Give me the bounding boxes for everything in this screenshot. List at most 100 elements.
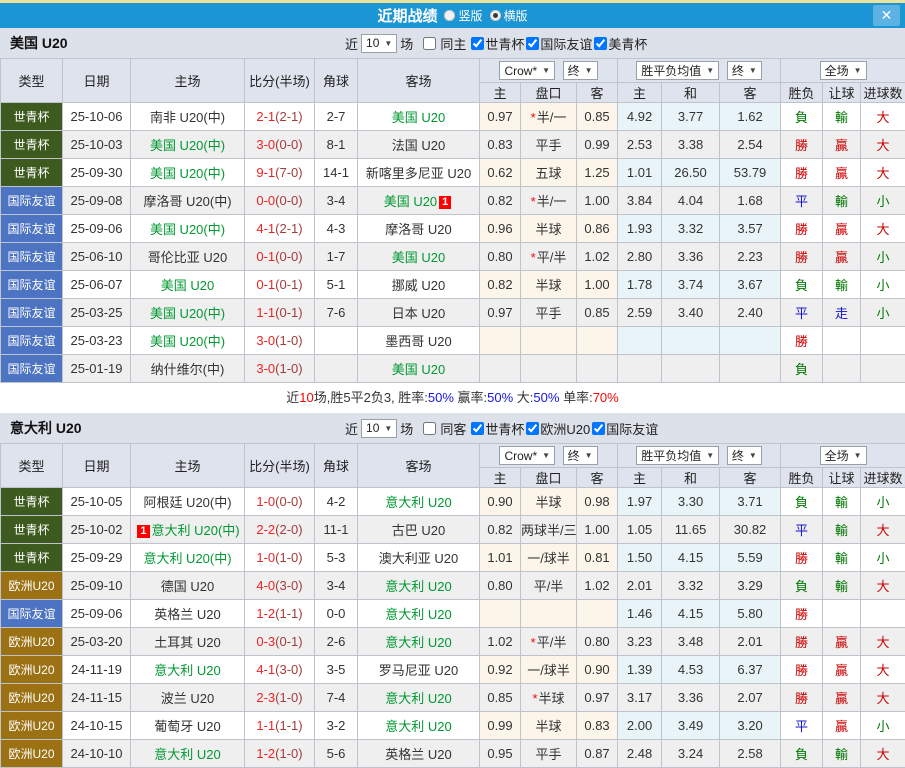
result-handicap: 輸 [823,740,861,768]
match-date: 25-09-10 [63,572,131,600]
match-date: 25-10-05 [63,488,131,516]
result-handicap: 贏 [823,243,861,271]
filter-checkbox[interactable] [526,37,539,50]
result-goals: 大 [861,215,905,243]
corners: 4-2 [315,488,358,516]
match-count-select[interactable]: 10 ▼ [361,419,397,438]
competition-filter[interactable]: 世青杯 [469,34,524,53]
handicap: 半球 [521,215,577,243]
team-name: 美国 U20 [384,194,437,209]
odds-away [577,327,618,355]
mean-away: 30.82 [720,516,781,544]
filter-checkbox[interactable] [526,422,539,435]
match-type: 国际友谊 [1,299,63,327]
filter-checkbox[interactable] [594,37,607,50]
mean-draw: 4.15 [662,600,720,628]
radio-icon[interactable] [444,10,455,21]
radio-vertical-layout[interactable]: 竖版 [444,7,482,24]
mean-draw: 3.36 [662,243,720,271]
mean-type-select[interactable]: 胜平负均值▼ [636,61,719,80]
col-away: 客场 [358,59,480,103]
match-date: 25-09-30 [63,159,131,187]
team-name: 纳什维尔(中) [151,362,225,377]
mean-group-header: 胜平负均值▼ 终▼ [618,444,781,468]
home-team: 哥伦比亚 U20 [131,243,245,271]
result-wdl: 平 [781,712,823,740]
team-name-usa: 美国 U20 [0,33,345,53]
close-button[interactable]: ✕ [873,5,900,26]
competition-filter[interactable]: 世青杯 [469,419,524,438]
chevron-down-icon: ▼ [854,451,862,460]
fulltime-select[interactable]: 全场▼ [820,61,867,80]
odds-away: 1.00 [577,187,618,215]
home-team: 摩洛哥 U20(中) [131,187,245,215]
mean-away: 3.29 [720,572,781,600]
match-type: 欧洲U20 [1,572,63,600]
home-team: 英格兰 U20 [131,600,245,628]
full-score: 0-0 [256,193,275,208]
filter-checkbox[interactable] [471,37,484,50]
away-team: 意大利 U20 [358,712,480,740]
filter-checkbox[interactable] [471,422,484,435]
mean-draw: 3.74 [662,271,720,299]
half-score: (0-1) [275,305,302,320]
match-count-select[interactable]: 10 ▼ [361,34,397,53]
team-name: 意大利 U20 [154,747,220,762]
mean-home: 2.00 [618,712,662,740]
corners: 3-5 [315,656,358,684]
col-home: 主场 [131,444,245,488]
result-handicap: 輸 [823,516,861,544]
odds-time-select[interactable]: 终▼ [563,61,598,80]
team-name: 澳大利亚 U20 [379,551,458,566]
odds-home: 0.90 [480,488,521,516]
home-team: 美国 U20 [131,271,245,299]
radio-horizontal-layout[interactable]: 横版 [490,7,528,24]
mean-away: 3.67 [720,271,781,299]
handicap: 平手 [521,299,577,327]
sub-mean-draw: 和 [662,83,720,103]
full-score: 0-1 [256,277,275,292]
mean-time-select[interactable]: 终▼ [727,446,762,465]
radio-selected-icon[interactable] [490,10,501,21]
same-venue-checkbox[interactable] [423,422,436,435]
result-handicap: 贏 [823,684,861,712]
corners: 8-1 [315,131,358,159]
handicap: 平手 [521,131,577,159]
filter-checkbox[interactable] [592,422,605,435]
home-team: 美国 U20(中) [131,299,245,327]
match-row: 国际友谊25-01-19纳什维尔(中)3-0(1-0)美国 U20負 [1,355,905,383]
match-row: 国际友谊25-09-06英格兰 U201-2(1-1)0-0意大利 U201.4… [1,600,905,628]
team-name: 意大利 U20 [385,607,451,622]
competition-filter[interactable]: 国际友谊 [590,419,658,438]
odds-source-select[interactable]: Crow*▼ [499,61,555,80]
competition-filter[interactable]: 欧洲U20 [524,419,590,438]
away-team: 意大利 U20 [358,572,480,600]
same-venue-checkbox[interactable] [423,37,436,50]
competition-filter[interactable]: 美青杯 [592,34,647,53]
team-name: 摩洛哥 U20(中) [143,194,231,209]
corners: 3-4 [315,187,358,215]
home-team: 葡萄牙 U20 [131,712,245,740]
mean-draw: 3.49 [662,712,720,740]
live-badge: 1 [439,196,451,209]
result-wdl: 平 [781,187,823,215]
panel-title: 近期战绩 [377,5,437,26]
fulltime-select[interactable]: 全场▼ [820,446,867,465]
mean-type-select[interactable]: 胜平负均值▼ [636,446,719,465]
odds-home: 0.85 [480,684,521,712]
mean-time-select[interactable]: 终▼ [727,61,762,80]
result-handicap [823,355,861,383]
corners: 7-6 [315,299,358,327]
filter-label: 国际友谊 [606,419,658,438]
odds-source-value: Crow* [504,64,537,78]
team-name: 意大利 U20(中) [143,551,231,566]
sub-result-goals: 进球数 [861,468,905,488]
odds-time-select[interactable]: 终▼ [563,446,598,465]
match-type: 世青杯 [1,544,63,572]
competition-filter[interactable]: 国际友谊 [524,34,592,53]
result-goals: 小 [861,488,905,516]
odds-away: 0.80 [577,628,618,656]
away-team: 古巴 U20 [358,516,480,544]
team-name: 波兰 U20 [161,691,214,706]
odds-source-select[interactable]: Crow*▼ [499,446,555,465]
